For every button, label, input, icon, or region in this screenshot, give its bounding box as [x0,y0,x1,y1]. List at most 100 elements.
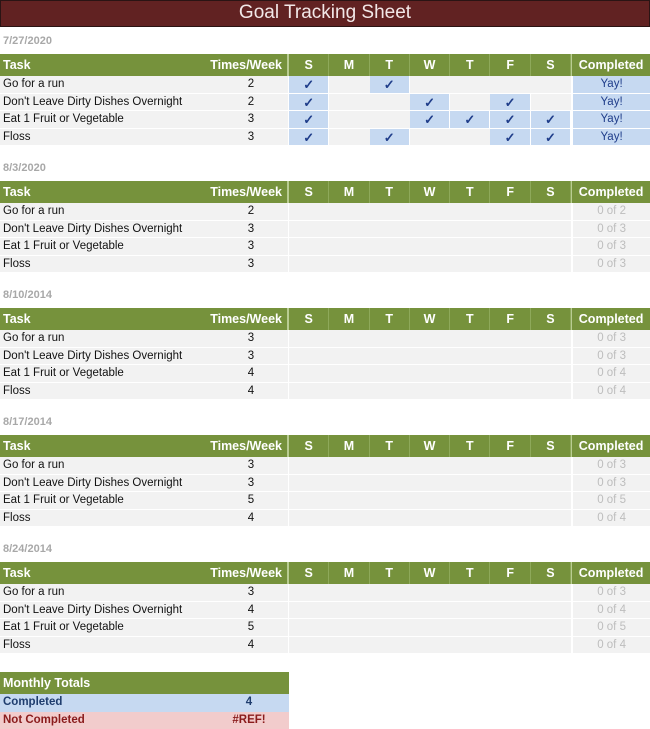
day-cell[interactable] [369,347,410,365]
day-cell[interactable] [329,238,370,256]
day-cell[interactable] [329,76,370,94]
day-cell[interactable] [450,330,491,348]
day-cell[interactable] [369,93,410,111]
totals-not-completed-value[interactable]: #REF! [209,712,289,729]
day-cell[interactable] [450,365,491,383]
day-cell[interactable] [450,76,491,94]
day-cell[interactable] [329,365,370,383]
day-cell[interactable] [329,128,370,146]
day-cell[interactable] [289,619,330,637]
day-cell[interactable] [530,255,572,273]
day-cell[interactable] [490,255,531,273]
day-cell[interactable] [530,238,572,256]
day-cell[interactable] [450,347,491,365]
day-cell-checked[interactable]: ✓ [289,128,330,146]
day-cell[interactable] [369,238,410,256]
totals-not-completed-row[interactable]: Not Completed #REF! [0,711,289,729]
day-cell[interactable] [490,619,531,637]
day-cell[interactable] [490,509,531,527]
task-cell[interactable]: Don't Leave Dirty Dishes Overnight 4 [0,601,289,619]
day-cell-checked[interactable]: ✓ [530,111,572,129]
times-per-week-value[interactable]: 4 [214,637,288,654]
day-cell[interactable] [329,457,370,475]
day-cell[interactable] [289,382,330,400]
day-cell[interactable] [450,619,491,637]
times-per-week-value[interactable]: 3 [214,475,288,492]
day-cell-checked[interactable]: ✓ [530,128,572,146]
task-cell[interactable]: Eat 1 Fruit or Vegetable 4 [0,365,289,383]
day-cell[interactable] [329,619,370,637]
day-cell[interactable] [289,474,330,492]
day-cell[interactable] [490,601,531,619]
day-cell[interactable] [490,76,531,94]
day-cell[interactable] [369,584,410,602]
day-cell[interactable] [450,509,491,527]
task-cell[interactable]: Floss 4 [0,382,289,400]
task-cell[interactable]: Go for a run 3 [0,457,289,475]
day-cell[interactable] [530,584,572,602]
day-cell[interactable] [289,203,330,221]
day-cell-checked[interactable]: ✓ [289,93,330,111]
times-per-week-value[interactable]: 4 [214,510,288,527]
day-cell[interactable] [490,382,531,400]
times-per-week-value[interactable]: 2 [214,94,288,111]
day-cell[interactable] [530,619,572,637]
day-cell[interactable] [450,203,491,221]
day-cell[interactable] [490,584,531,602]
day-cell[interactable] [490,636,531,654]
day-cell[interactable] [409,492,451,510]
task-cell[interactable]: Eat 1 Fruit or Vegetable 3 [0,238,289,256]
day-cell[interactable] [409,128,451,146]
day-cell[interactable] [450,382,491,400]
times-per-week-value[interactable]: 3 [214,221,288,238]
times-per-week-value[interactable]: 4 [214,365,288,382]
day-cell[interactable] [289,509,330,527]
day-cell[interactable] [409,601,451,619]
day-cell[interactable] [530,76,572,94]
day-cell[interactable] [369,492,410,510]
times-per-week-value[interactable]: 3 [214,348,288,365]
day-cell[interactable] [369,330,410,348]
times-per-week-value[interactable]: 5 [214,619,288,636]
times-per-week-value[interactable]: 2 [214,76,288,93]
task-cell[interactable]: Don't Leave Dirty Dishes Overnight 2 [0,93,289,111]
day-cell-checked[interactable]: ✓ [490,111,531,129]
times-per-week-value[interactable]: 3 [214,457,288,474]
day-cell[interactable] [490,203,531,221]
task-cell[interactable]: Don't Leave Dirty Dishes Overnight 3 [0,347,289,365]
day-cell[interactable] [490,347,531,365]
day-cell[interactable] [369,619,410,637]
task-cell[interactable]: Eat 1 Fruit or Vegetable 3 [0,111,289,129]
day-cell[interactable] [530,203,572,221]
day-cell[interactable] [289,238,330,256]
day-cell[interactable] [409,474,451,492]
day-cell[interactable] [289,220,330,238]
times-per-week-value[interactable]: 3 [214,238,288,255]
times-per-week-value[interactable]: 2 [214,203,288,220]
day-cell[interactable] [329,474,370,492]
day-cell[interactable] [530,457,572,475]
day-cell[interactable] [450,584,491,602]
day-cell[interactable] [409,255,451,273]
day-cell-checked[interactable]: ✓ [289,111,330,129]
day-cell[interactable] [369,457,410,475]
day-cell[interactable] [490,238,531,256]
day-cell-checked[interactable]: ✓ [490,128,531,146]
day-cell-checked[interactable]: ✓ [490,93,531,111]
task-cell[interactable]: Eat 1 Fruit or Vegetable 5 [0,492,289,510]
day-cell[interactable] [369,474,410,492]
day-cell[interactable] [329,636,370,654]
totals-completed-value[interactable]: 4 [209,694,289,712]
day-cell[interactable] [329,220,370,238]
times-per-week-value[interactable]: 3 [214,111,288,128]
day-cell-checked[interactable]: ✓ [289,76,330,94]
day-cell[interactable] [450,255,491,273]
day-cell[interactable] [289,584,330,602]
day-cell[interactable] [369,601,410,619]
day-cell[interactable] [409,220,451,238]
day-cell[interactable] [530,474,572,492]
day-cell[interactable] [329,492,370,510]
day-cell[interactable] [409,382,451,400]
day-cell[interactable] [369,111,410,129]
day-cell[interactable] [409,509,451,527]
